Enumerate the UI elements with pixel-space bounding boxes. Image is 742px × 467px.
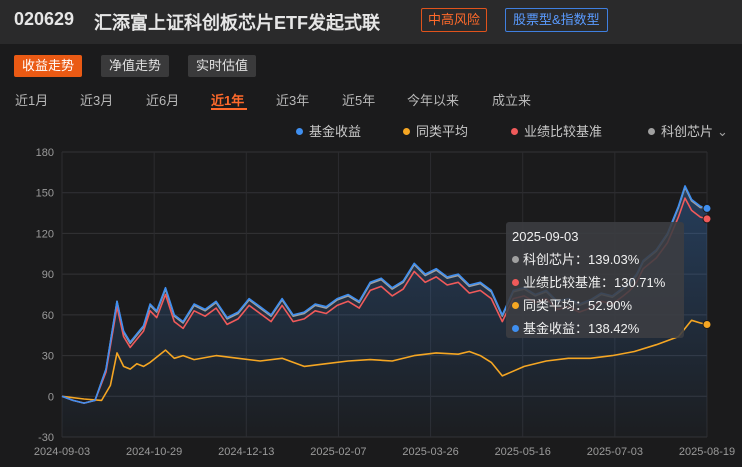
tooltip-peer-dot — [512, 302, 519, 309]
tooltip-peer-value: 同类平均：52.90% — [523, 298, 633, 313]
chart-tooltip: 2025-09-03 科创芯片：139.03% 业绩比较基准：130.71% 同… — [506, 222, 684, 338]
fund-end-point — [702, 203, 712, 213]
x-tick-label: 2024-12-13 — [218, 446, 274, 458]
x-tick-label: 2025-08-19 — [679, 446, 735, 458]
tooltip-row-benchmark: 业绩比较基准：130.71% — [512, 271, 678, 294]
y-tick-label: 150 — [36, 188, 54, 200]
tooltip-fund-dot — [512, 325, 519, 332]
x-tick-label: 2024-09-03 — [34, 446, 90, 458]
tooltip-benchmark-dot — [512, 279, 519, 286]
tooltip-index-value: 科创芯片：139.03% — [523, 252, 640, 267]
y-tick-label: 180 — [36, 147, 54, 159]
x-tick-label: 2025-05-16 — [495, 446, 551, 458]
peer-end-point — [702, 319, 712, 329]
benchmark-end-point — [702, 214, 712, 224]
tooltip-benchmark-value: 业绩比较基准：130.71% — [523, 275, 666, 290]
y-tick-label: 30 — [42, 351, 54, 363]
x-tick-label: 2025-02-07 — [310, 446, 366, 458]
tooltip-fund-value: 基金收益：138.42% — [523, 321, 640, 336]
x-tick-label: 2025-03-26 — [402, 446, 458, 458]
x-tick-label: 2024-10-29 — [126, 446, 182, 458]
tooltip-row-fund: 基金收益：138.42% — [512, 317, 678, 340]
tooltip-row-peer: 同类平均：52.90% — [512, 294, 678, 317]
y-tick-label: -30 — [38, 432, 54, 444]
y-tick-label: 120 — [36, 228, 54, 240]
tooltip-row-index: 科创芯片：139.03% — [512, 248, 678, 271]
y-tick-label: 90 — [42, 269, 54, 281]
y-tick-label: 0 — [48, 391, 54, 403]
y-tick-label: 60 — [42, 310, 54, 322]
tooltip-index-dot — [512, 256, 519, 263]
tooltip-date: 2025-09-03 — [512, 229, 579, 244]
x-tick-label: 2025-07-03 — [587, 446, 643, 458]
